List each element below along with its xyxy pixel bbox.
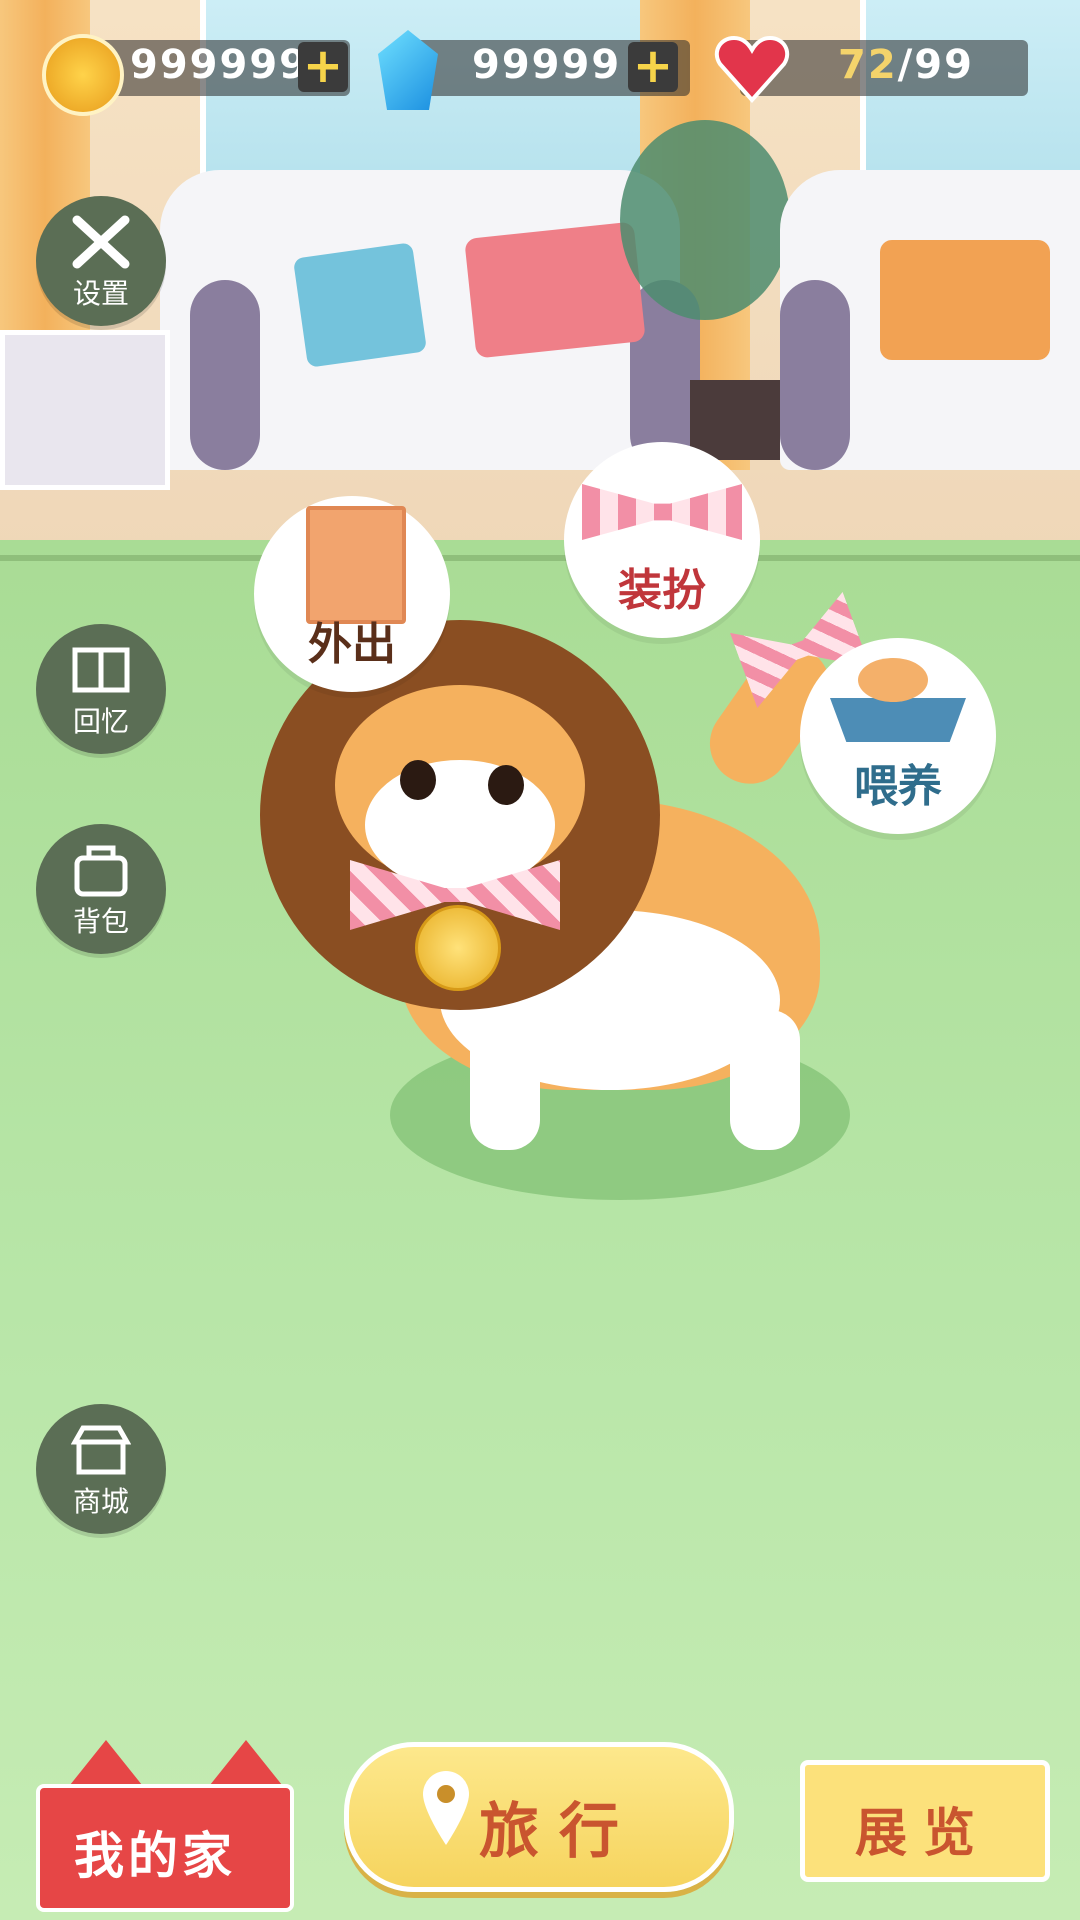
settings-button[interactable]: 设置: [36, 196, 166, 326]
memories-button[interactable]: 回忆: [36, 624, 166, 754]
go-out-button[interactable]: 外出: [254, 496, 450, 692]
shop-label: 商城: [72, 1485, 129, 1518]
gem-count: 99999: [472, 42, 622, 88]
add-coins-button[interactable]: +: [298, 42, 348, 92]
dress-up-button[interactable]: 装扮: [564, 442, 760, 638]
cat-eye-left: [400, 760, 436, 800]
bottom-nav: 我的家 旅行 展览: [0, 1720, 1080, 1920]
coin-icon: [42, 34, 124, 116]
cat-eye-right: [488, 765, 524, 805]
door-icon: [306, 506, 406, 624]
shop-button[interactable]: 商城: [36, 1404, 166, 1534]
tab-home-label: 我的家: [74, 1827, 236, 1885]
backpack-label: 背包: [72, 905, 129, 938]
book-icon: [71, 642, 131, 698]
cat-leg: [730, 1010, 800, 1150]
cat-ear-left-icon: [66, 1740, 146, 1790]
wrench-screwdriver-icon: [71, 214, 131, 270]
fish-icon: [858, 658, 928, 702]
hearts-current: 72: [838, 42, 898, 88]
floor-edge: [0, 555, 1080, 561]
coin-count: 999999: [130, 42, 309, 88]
currency-bar: 999999 + 99999 + 72/99: [0, 0, 1080, 140]
food-bowl-icon: [830, 698, 966, 742]
bag-icon: [71, 842, 131, 898]
tab-exhibition[interactable]: 展览: [800, 1760, 1050, 1882]
bell: [415, 905, 501, 991]
hearts-max: /99: [897, 42, 974, 88]
location-pin-icon: [419, 1767, 473, 1847]
backpack-button[interactable]: 背包: [36, 824, 166, 954]
cat-ear-right-icon: [206, 1740, 286, 1790]
tab-home[interactable]: 我的家: [36, 1740, 294, 1912]
dress-up-label: 装扮: [618, 565, 706, 616]
bowtie-icon: [582, 484, 742, 540]
tab-travel[interactable]: 旅行: [344, 1742, 734, 1892]
tab-exhibition-label: 展览: [855, 1804, 992, 1864]
shop-icon: [70, 1422, 132, 1478]
memories-label: 回忆: [72, 705, 129, 738]
hearts-count: 72/99: [838, 42, 974, 88]
tab-travel-label: 旅行: [479, 1797, 639, 1867]
cat-leg: [470, 1010, 540, 1150]
heart-icon: [712, 34, 792, 104]
feed-button[interactable]: 喂养: [800, 638, 996, 834]
go-out-label: 外出: [308, 619, 396, 670]
pet-cat[interactable]: [250, 610, 870, 1210]
feed-label: 喂养: [854, 761, 942, 812]
settings-label: 设置: [72, 277, 129, 310]
add-gems-button[interactable]: +: [628, 42, 678, 92]
